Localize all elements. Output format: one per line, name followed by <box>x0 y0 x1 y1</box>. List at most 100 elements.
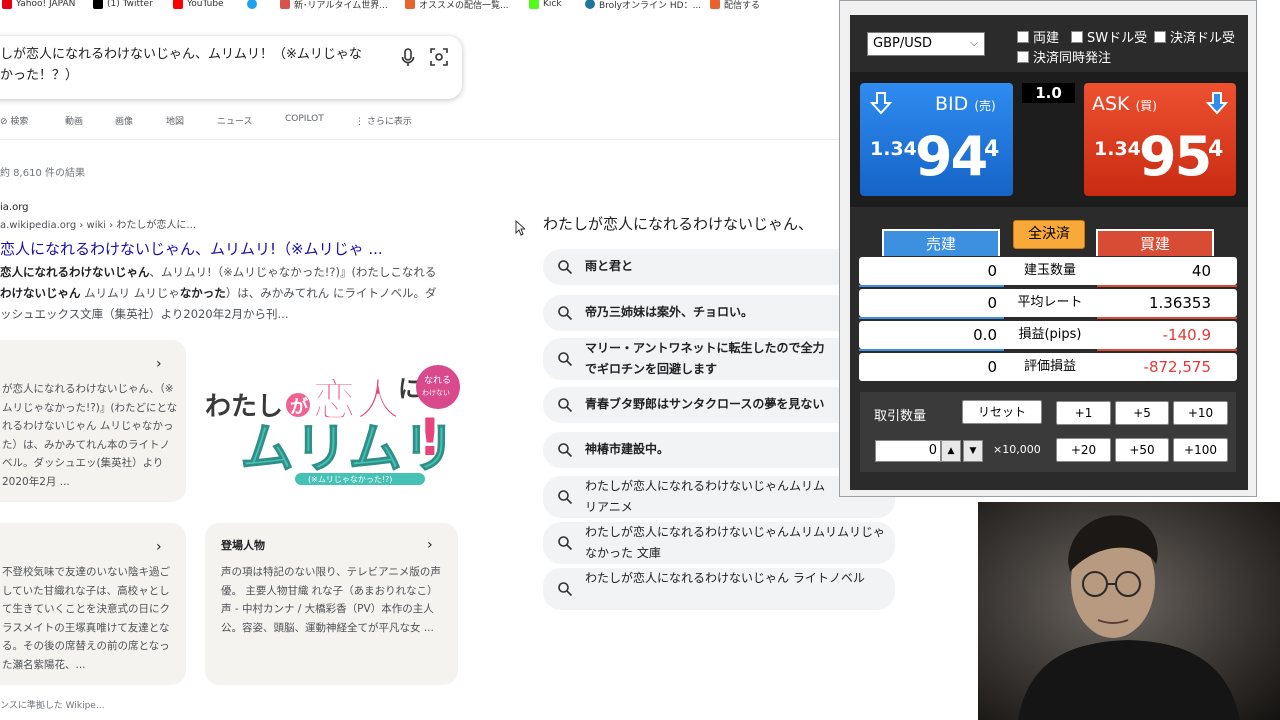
checkbox[interactable] <box>1017 30 1029 43</box>
tab-more[interactable]: ⋮ さらに表示 <box>355 114 412 127</box>
sell-value: 0.0 <box>973 326 997 344</box>
buy-value: -872,575 <box>1143 358 1211 376</box>
row-label: 評価損益 <box>1023 359 1076 374</box>
bid-price-prefix: 1.34 <box>870 138 917 160</box>
microphone-icon[interactable] <box>400 48 416 68</box>
suggestion-text: 青春ブタ野郎はサンタクロースの夢を見ない <box>585 397 825 411</box>
result-url[interactable]: a.wikipedia.org › wiki › わたしが恋人に... <box>0 216 196 231</box>
bookmark-youtube[interactable]: YouTube <box>173 0 224 11</box>
position-row-unrealized: 0 評価損益 -872,575 <box>859 353 1237 381</box>
snippet-part: 、ムリムリ!（※ムリじゃなかった!?)』(わたしこなれる <box>149 265 437 279</box>
related-search-item[interactable]: わたしが恋人になれるわけないじゃんムリムリムリじゃなかった 文庫 <box>543 522 895 564</box>
mouse-cursor-icon <box>515 220 525 236</box>
related-search-item[interactable]: わたしが恋人になれるわけないじゃん ライトノベル <box>543 568 895 610</box>
card-body: が恋人になれるわけないじゃん、（※ムリじゃなかった!?)』(わたどにとなれるわけ… <box>2 383 178 488</box>
bid-label: BID <box>935 93 969 115</box>
checkbox-settle-dollar[interactable]: 決済ドル受 <box>1154 27 1235 46</box>
chevron-down-icon: ⌵ <box>970 38 978 49</box>
camera-search-icon[interactable] <box>430 48 448 66</box>
info-card-characters[interactable]: 登場人物 › 声の項は特記のない限り、テレビアニメ版の声優。 主要人物甘織 れな… <box>205 523 458 685</box>
tab-videos[interactable]: 動画 <box>65 114 83 127</box>
wordpress-icon <box>585 0 595 9</box>
bid-sell-button[interactable]: BID (売) 1.34 94 4 <box>860 83 1013 196</box>
svg-text:なれる: なれる <box>424 375 451 386</box>
bookmark-kick[interactable]: Kick <box>529 0 562 11</box>
ask-price-fraction: 4 <box>1208 137 1224 162</box>
quantity-up-button[interactable]: ▲ <box>941 440 961 462</box>
buy-underline <box>1097 349 1237 351</box>
checkbox-simultaneous[interactable]: 決済同時発注 <box>1017 47 1111 66</box>
bookmark-haishin[interactable]: 配信する <box>710 0 760 11</box>
tab-images[interactable]: 画像 <box>115 114 133 127</box>
sell-value: 0 <box>987 358 997 376</box>
checkbox[interactable] <box>1154 30 1166 43</box>
quantity-down-button[interactable]: ▼ <box>963 440 983 462</box>
bookmark-yahoo[interactable]: Yahoo! JAPAN <box>2 0 75 11</box>
svg-text:(※ムリじゃなかった!?): (※ムリじゃなかった!?) <box>308 475 392 484</box>
bookmark-realtime[interactable]: 新･リアルタイム世界... <box>280 0 388 11</box>
row-label: 建玉数量 <box>1023 263 1076 278</box>
window-titlebar[interactable] <box>840 1 1256 10</box>
tab-news[interactable]: ニュース <box>217 114 253 127</box>
tab-maps[interactable]: 地図 <box>166 114 184 127</box>
sell-underline <box>859 285 1004 287</box>
quantity-label: 取引数量 <box>874 409 927 424</box>
ask-price-pips: 95 <box>1139 125 1212 188</box>
bid-price-fraction: 4 <box>984 137 1000 162</box>
arrow-down-icon <box>870 92 892 115</box>
tab-search[interactable]: ⊘ 検索 <box>0 114 28 127</box>
related-searches-title: わたしが恋人になれるわけないじゃん、 <box>543 215 814 233</box>
tab-copilot[interactable]: COPILOT <box>285 114 324 124</box>
suggestion-text: わたしが恋人になれるわけないじゃん ライトノベル <box>585 571 865 585</box>
license-footnote: ンスに準拠した Wikipe... <box>0 701 105 711</box>
search-query[interactable]: しが恋人になれるわけないじゃん、ムリムリ！（※ムリじゃなかった！？） <box>0 44 370 86</box>
svg-text:!: ! <box>418 408 442 468</box>
arrow-down-icon <box>1206 92 1228 115</box>
bid-price-pips: 94 <box>915 125 988 188</box>
search-icon <box>558 352 573 367</box>
sell-value: 0 <box>987 294 997 312</box>
suggestion-text: 神椿市建設中。 <box>585 442 670 456</box>
close-all-button[interactable]: 全決済 <box>1013 220 1085 249</box>
add-100-button[interactable]: +100 <box>1173 438 1228 462</box>
checkbox-sw-dollar[interactable]: SWドル受 <box>1071 27 1147 46</box>
bookmark-broly[interactable]: Brolyオンライン HD：... <box>585 0 701 11</box>
result-title-link[interactable]: 恋人になれるわけないじゃん、ムリムリ!（※ムリじゃ ... <box>0 238 383 259</box>
webcam-overlay <box>978 502 1280 720</box>
search-icon <box>558 398 573 413</box>
chevron-right-icon: › <box>156 356 162 372</box>
search-icon <box>558 260 573 275</box>
currency-pair-select[interactable]: GBP/USD ⌵ <box>867 32 985 56</box>
bookmark-twitter-bird[interactable] <box>247 0 261 11</box>
stream-icon <box>710 0 720 9</box>
ask-price-prefix: 1.34 <box>1094 138 1141 160</box>
chart-icon <box>280 0 290 9</box>
bookmark-twitter[interactable]: (1) Twitter <box>93 0 153 11</box>
search-box[interactable]: しが恋人になれるわけないじゃん、ムリムリ！（※ムリじゃなかった！？） <box>0 36 462 99</box>
search-icon <box>558 306 573 321</box>
ask-label: ASK <box>1092 93 1130 115</box>
checkbox-ryodate[interactable]: 両建 <box>1017 27 1059 46</box>
webcam-person-image <box>1018 515 1240 720</box>
buy-underline <box>1097 317 1237 319</box>
ask-buy-button[interactable]: ASK (買) 1.34 95 4 <box>1084 83 1236 196</box>
quantity-input[interactable]: 0 <box>875 440 941 462</box>
checkbox[interactable] <box>1071 30 1083 43</box>
currency-pair-value: GBP/USD <box>873 36 932 51</box>
add-20-button[interactable]: +20 <box>1056 438 1111 462</box>
position-row-avg-rate: 0 平均レート 1.36353 <box>859 289 1237 319</box>
add-50-button[interactable]: +50 <box>1115 438 1169 462</box>
info-card-story[interactable]: › 不登校気味で友達のいない陰キ過ごしていた甘織れな子は、高校ャとして生きていく… <box>0 523 186 685</box>
add-1-button[interactable]: +1 <box>1056 401 1111 425</box>
snippet-part: わけないじゃん <box>0 286 81 300</box>
add-10-button[interactable]: +10 <box>1173 401 1228 425</box>
buy-value: 1.36353 <box>1148 294 1211 312</box>
checkbox[interactable] <box>1017 50 1029 63</box>
title-logo-image[interactable]: わたし が 恋人 に なれる わけない ムリムリ ! (※ムリじゃなかった!?) <box>200 345 465 490</box>
info-card-overview[interactable]: › が恋人になれるわけないじゃん、（※ムリじゃなかった!?)』(わたどにとなれる… <box>0 340 186 502</box>
add-5-button[interactable]: +5 <box>1115 401 1169 425</box>
suggestion-text: 雨と君と <box>585 259 634 273</box>
bookmark-osusume[interactable]: オススメの配信一覧... <box>405 0 509 11</box>
reset-button[interactable]: リセット <box>962 400 1042 424</box>
suggestion-text: わたしが恋人になれるわけないじゃんムリムリムリじゃなかった 文庫 <box>585 525 885 560</box>
